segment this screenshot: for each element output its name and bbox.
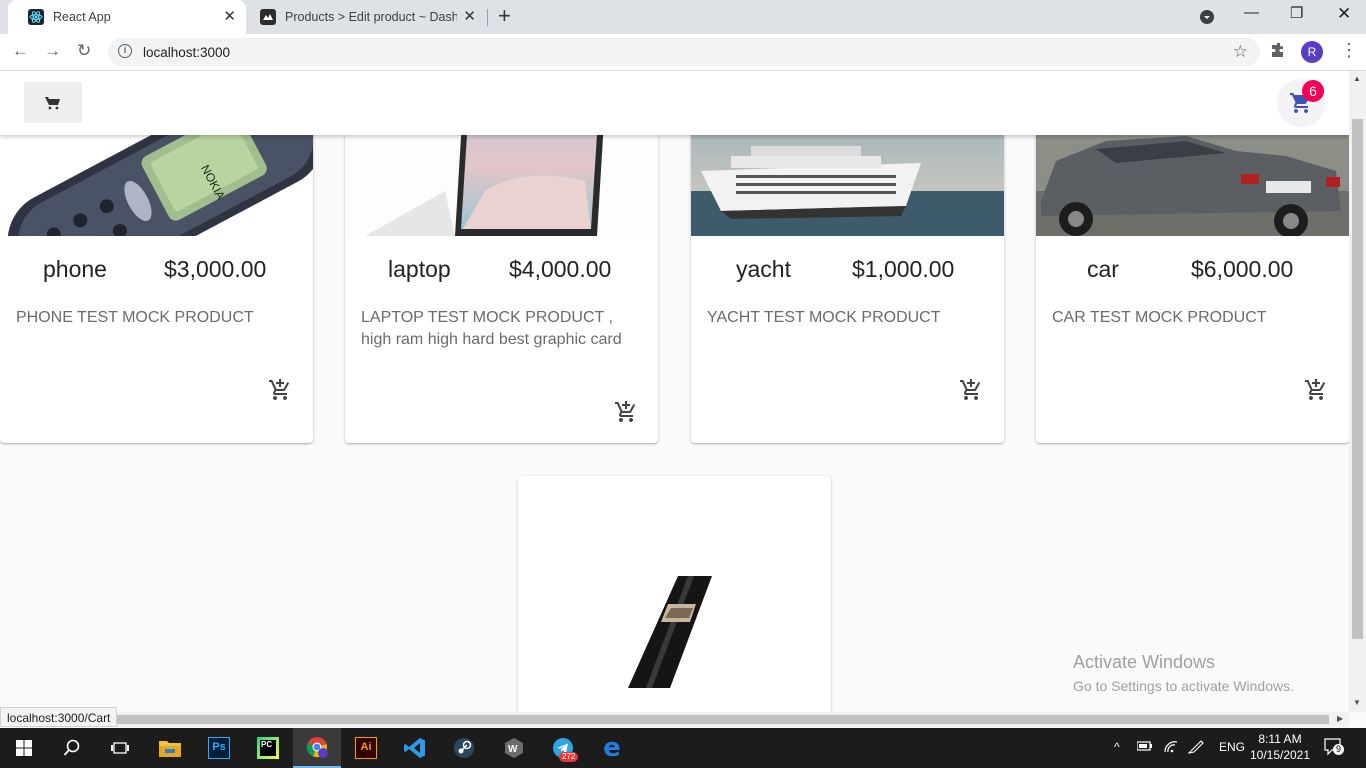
tab-title: React App bbox=[53, 10, 111, 24]
product-price: $1,000.00 bbox=[852, 256, 955, 282]
chrome-taskbar-icon[interactable] bbox=[293, 728, 341, 768]
telegram-icon[interactable]: 272 bbox=[539, 728, 587, 768]
edge-icon[interactable]: e bbox=[588, 728, 636, 768]
pycharm-icon[interactable]: PC bbox=[244, 728, 292, 768]
product-card-pen[interactable] bbox=[518, 476, 831, 712]
add-to-cart-icon[interactable] bbox=[1304, 378, 1328, 402]
svg-text:W: W bbox=[508, 744, 518, 755]
notification-center-icon[interactable]: 9 bbox=[1324, 738, 1345, 759]
close-window-icon[interactable]: ✕ bbox=[1337, 4, 1351, 24]
wps-icon[interactable]: W bbox=[490, 728, 538, 768]
show-hidden-icons-icon[interactable]: ^ bbox=[1114, 740, 1120, 754]
profile-avatar[interactable]: R bbox=[1301, 41, 1323, 63]
home-logo-button[interactable] bbox=[24, 82, 82, 123]
product-price: $3,000.00 bbox=[164, 256, 267, 282]
activate-windows-watermark: Activate Windows Go to Settings to activ… bbox=[1073, 652, 1294, 694]
scroll-right-icon[interactable]: ▶ bbox=[1337, 714, 1343, 723]
horizontal-scrollbar[interactable]: ▶ bbox=[0, 712, 1349, 727]
cart-logo-icon bbox=[45, 96, 60, 109]
url-text: localhost:3000 bbox=[143, 45, 231, 60]
horizontal-scroll-thumb[interactable] bbox=[0, 715, 1329, 724]
forward-icon[interactable]: → bbox=[44, 41, 61, 61]
clock-date: 10/15/2021 bbox=[1249, 748, 1311, 762]
product-title: car bbox=[1087, 256, 1119, 282]
pen-workspace-icon[interactable] bbox=[1187, 740, 1204, 757]
watermark-title: Activate Windows bbox=[1073, 652, 1216, 672]
product-description: YACHT TEST MOCK PRODUCT bbox=[707, 309, 941, 326]
windows-taskbar: Ps PC Ai W 272 e ^ ENG 8:11 AM 10/15/202… bbox=[0, 728, 1366, 768]
extensions-icon[interactable] bbox=[1271, 42, 1287, 63]
browser-tab-strip: React App ✕ Products > Edit product ~ Da… bbox=[0, 0, 1366, 34]
add-to-cart-icon[interactable] bbox=[959, 378, 983, 402]
tab-react-app[interactable]: React App ✕ bbox=[8, 0, 246, 34]
illustrator-icon[interactable]: Ai bbox=[342, 728, 390, 768]
scroll-up-icon[interactable]: ▲ bbox=[1353, 74, 1361, 83]
task-view-icon[interactable] bbox=[96, 728, 144, 768]
site-info-icon[interactable]: i bbox=[118, 44, 132, 58]
vscode-icon[interactable] bbox=[391, 728, 439, 768]
close-tab-icon[interactable]: ✕ bbox=[223, 8, 236, 26]
page-viewport: 6 NOKIA phone $3,000.00 PHONE TEST MOCK bbox=[0, 71, 1349, 712]
cart-count-badge: 6 bbox=[1302, 80, 1324, 102]
dashboard-icon bbox=[260, 9, 276, 25]
product-title: laptop bbox=[388, 256, 451, 282]
add-to-cart-icon[interactable] bbox=[614, 400, 638, 424]
telegram-unread-badge: 272 bbox=[559, 752, 579, 762]
product-description: CAR TEST MOCK PRODUCT bbox=[1052, 309, 1267, 326]
system-clock[interactable]: 8:11 AM 10/15/2021 bbox=[1240, 731, 1320, 763]
product-price: $6,000.00 bbox=[1191, 256, 1294, 282]
product-price: $4,000.00 bbox=[509, 256, 612, 282]
product-image-pen[interactable] bbox=[518, 476, 831, 712]
file-explorer-icon[interactable] bbox=[146, 728, 194, 768]
scroll-down-icon[interactable]: ▼ bbox=[1353, 698, 1361, 707]
product-description: LAPTOP TEST MOCK PRODUCT , high ram high… bbox=[361, 307, 646, 351]
tab-separator bbox=[487, 9, 488, 26]
product-title: phone bbox=[43, 256, 107, 282]
back-icon[interactable]: ← bbox=[12, 41, 29, 61]
wifi-icon[interactable] bbox=[1163, 740, 1179, 757]
minimize-icon[interactable]: — bbox=[1244, 4, 1259, 21]
battery-icon[interactable] bbox=[1136, 740, 1153, 755]
windows-start-icon[interactable] bbox=[0, 728, 48, 768]
chrome-menu-icon[interactable]: ⋮ bbox=[1340, 40, 1358, 61]
search-icon[interactable] bbox=[48, 728, 96, 768]
tab-search-icon[interactable] bbox=[1199, 9, 1215, 29]
notification-count-badge: 9 bbox=[1333, 744, 1345, 755]
clock-time: 8:11 AM bbox=[1258, 732, 1302, 746]
product-description: PHONE TEST MOCK PRODUCT bbox=[16, 309, 254, 326]
close-tab-icon[interactable]: ✕ bbox=[463, 8, 476, 26]
product-description-line: LAPTOP TEST MOCK PRODUCT , bbox=[361, 309, 613, 326]
link-status-url: localhost:3000/Cart bbox=[0, 707, 118, 727]
bookmark-star-icon[interactable]: ☆ bbox=[1233, 42, 1248, 62]
browser-toolbar: ← → ↻ i localhost:3000 ☆ R ⋮ bbox=[0, 34, 1366, 71]
watermark-subtitle: Go to Settings to activate Windows. bbox=[1073, 678, 1294, 694]
photoshop-icon[interactable]: Ps bbox=[195, 728, 243, 768]
address-bar[interactable]: i localhost:3000 ☆ bbox=[108, 38, 1260, 66]
product-description-extra: high ram high hard best graphic card bbox=[361, 331, 622, 348]
vertical-scroll-thumb[interactable] bbox=[1352, 119, 1363, 639]
steam-icon[interactable] bbox=[440, 728, 488, 768]
tab-title: Products > Edit product ~ Dashb bbox=[285, 10, 457, 24]
restore-icon[interactable]: ❐ bbox=[1290, 4, 1303, 22]
new-tab-icon[interactable]: + bbox=[498, 5, 511, 27]
reload-icon[interactable]: ↻ bbox=[77, 41, 91, 61]
tab-products-dashboard[interactable]: Products > Edit product ~ Dashb ✕ bbox=[246, 0, 486, 34]
vertical-scrollbar[interactable]: ▲ ▼ bbox=[1349, 71, 1366, 712]
app-bar: 6 bbox=[0, 71, 1349, 135]
react-icon bbox=[28, 9, 44, 25]
add-to-cart-icon[interactable] bbox=[268, 378, 292, 402]
product-title: yacht bbox=[736, 256, 791, 282]
